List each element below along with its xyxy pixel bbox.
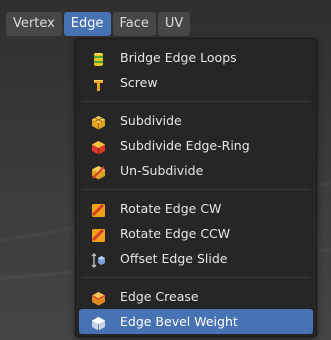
menu-item-label: Offset Edge Slide [120, 251, 228, 266]
menu-item-label: Rotate Edge CW [120, 201, 222, 216]
menu-item-label: Bridge Edge Loops [120, 50, 237, 65]
edge-bevel-weight-icon [91, 314, 106, 331]
edge-dropdown-menu: Bridge Edge Loops Screw Subdivide Subdiv… [75, 38, 317, 337]
menu-separator [82, 101, 310, 102]
screw-icon [91, 75, 106, 91]
menu-item-label: Rotate Edge CCW [120, 226, 231, 241]
menu-item-bridge-edge-loops[interactable]: Bridge Edge Loops [79, 45, 313, 70]
subdivide-icon [91, 113, 106, 130]
menu-item-edge-crease[interactable]: Edge Crease [79, 284, 313, 309]
subdivide-edge-ring-icon [91, 138, 106, 155]
menu-item-screw[interactable]: Screw [79, 70, 313, 95]
menu-separator [82, 189, 310, 190]
menu-tab-edge[interactable]: Edge [63, 12, 111, 36]
un-subdivide-icon [91, 163, 106, 180]
menu-item-label: Screw [120, 75, 158, 90]
menu-item-label: Edge Bevel Weight [120, 314, 238, 329]
menu-item-rotate-edge-cw[interactable]: Rotate Edge CW [79, 196, 313, 221]
rotate-edge-cw-icon [91, 201, 106, 217]
menu-item-offset-edge-slide[interactable]: Offset Edge Slide [79, 246, 313, 271]
menu-item-un-subdivide[interactable]: Un-Subdivide [79, 158, 313, 183]
offset-edge-slide-icon [91, 251, 106, 268]
menu-item-label: Un-Subdivide [120, 163, 204, 178]
bridge-edge-loops-icon [91, 50, 106, 66]
menu-bar: Vertex Edge Face UV [6, 12, 191, 36]
rotate-edge-ccw-icon [91, 226, 106, 242]
menu-item-label: Edge Crease [120, 289, 199, 304]
menu-item-subdivide-edge-ring[interactable]: Subdivide Edge-Ring [79, 133, 313, 158]
edge-crease-icon [91, 289, 106, 306]
menu-item-subdivide[interactable]: Subdivide [79, 108, 313, 133]
menu-item-edge-bevel-weight[interactable]: Edge Bevel Weight [79, 309, 313, 334]
menu-separator [82, 277, 310, 278]
menu-item-label: Subdivide Edge-Ring [120, 138, 250, 153]
menu-item-rotate-edge-ccw[interactable]: Rotate Edge CCW [79, 221, 313, 246]
menu-item-label: Subdivide [120, 113, 182, 128]
menu-tab-face[interactable]: Face [112, 12, 156, 36]
3d-viewport[interactable]: Vertex Edge Face UV Bridge Edge Loops Sc… [0, 0, 331, 340]
menu-tab-vertex[interactable]: Vertex [6, 12, 62, 36]
menu-tab-uv[interactable]: UV [157, 12, 191, 36]
